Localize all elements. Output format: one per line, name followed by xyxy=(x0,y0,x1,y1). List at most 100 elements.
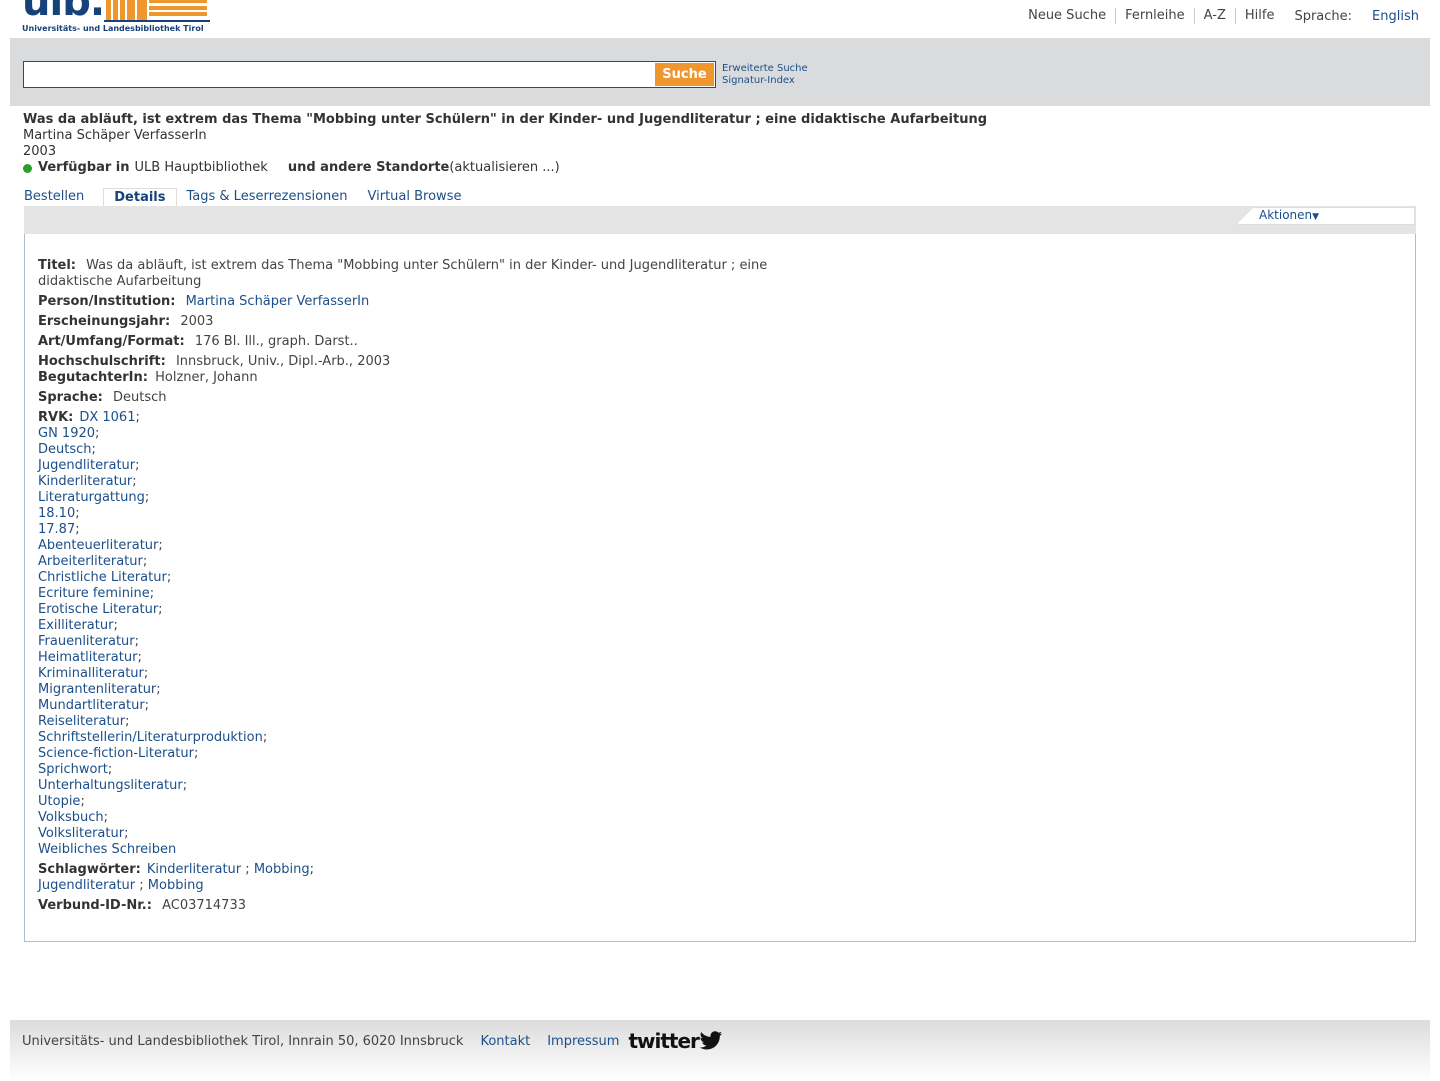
field-label: Person/Institution: xyxy=(38,294,176,309)
language-label: Sprache: xyxy=(1294,8,1353,24)
field-label: RVK: xyxy=(38,410,74,425)
refresh-availability-link[interactable]: (aktualisieren ...) xyxy=(449,160,559,176)
subject-link[interactable]: Jugendliteratur xyxy=(38,878,135,893)
subject-link[interactable]: Mobbing xyxy=(148,878,204,893)
rvk-link[interactable]: Migrantenliteratur xyxy=(38,682,156,697)
record-tabs: Bestellen Details Tags & Leserrezensione… xyxy=(23,188,480,207)
tab-virtual-browse[interactable]: Virtual Browse xyxy=(367,188,472,206)
rvk-link[interactable]: Schriftstellerin/Literaturproduktion xyxy=(38,730,263,745)
field-label: BegutachterIn: xyxy=(38,370,148,385)
nav-neue-suche[interactable]: Neue Suche xyxy=(1019,8,1117,24)
language-english-link[interactable]: English xyxy=(1360,9,1419,24)
rvk-link[interactable]: Reiseliteratur xyxy=(38,714,125,729)
tab-toolbar: Aktionen▼ xyxy=(24,206,1416,234)
field-erscheinungsjahr: Erscheinungsjahr: 2003 xyxy=(38,314,798,330)
twitter-wordmark: twitter xyxy=(628,1029,699,1053)
actions-corner xyxy=(1237,207,1254,224)
tab-details[interactable]: Details xyxy=(103,188,177,207)
rvk-link[interactable]: 17.87 xyxy=(38,522,75,537)
field-label: Erscheinungsjahr: xyxy=(38,314,171,329)
field-label: Verbund-ID-Nr.: xyxy=(38,898,152,913)
field-format: Art/Umfang/Format: 176 Bl. Ill., graph. … xyxy=(38,334,798,350)
field-verbund-id: Verbund-ID-Nr.: AC03714733 xyxy=(38,898,798,914)
rvk-link[interactable]: Sprichwort xyxy=(38,762,108,777)
other-locations[interactable]: und andere Standorte xyxy=(288,160,450,176)
rvk-link[interactable]: Weibliches Schreiben xyxy=(38,842,176,857)
tab-bestellen[interactable]: Bestellen xyxy=(23,188,94,206)
field-value: 176 Bl. Ill., graph. Darst.. xyxy=(194,334,358,349)
rvk-link[interactable]: Jugendliteratur xyxy=(38,458,135,473)
field-value: 2003 xyxy=(180,314,214,329)
logo-wordmark: ulb. xyxy=(22,0,105,25)
rvk-link[interactable]: Frauenliteratur xyxy=(38,634,135,649)
field-sprache: Sprache: Deutsch xyxy=(38,390,798,406)
rvk-link[interactable]: Erotische Literatur xyxy=(38,602,158,617)
rvk-link[interactable]: Deutsch xyxy=(38,442,92,457)
contact-link[interactable]: Kontakt xyxy=(480,1034,530,1049)
details-panel: Titel: Was da abläuft, ist extrem das Th… xyxy=(24,234,1416,942)
availability-location: ULB Hauptbibliothek xyxy=(134,160,268,175)
field-rvk: RVK: DX 1061; GN 1920; Deutsch; Jugendlit… xyxy=(38,410,268,857)
rvk-link[interactable]: Science-fiction-Literatur xyxy=(38,746,194,761)
record-title: Was da abläuft, ist extrem das Thema "Mo… xyxy=(23,112,988,127)
call-number-index-link[interactable]: Signatur-Index xyxy=(722,75,808,87)
field-titel: Titel: Was da abläuft, ist extrem das Th… xyxy=(38,258,798,290)
field-value: Innsbruck, Univ., Dipl.-Arb., 2003 xyxy=(175,354,391,369)
field-label: Sprache: xyxy=(38,390,103,405)
nav-fernleihe[interactable]: Fernleihe xyxy=(1116,8,1195,24)
rvk-link[interactable]: 18.10 xyxy=(38,506,75,521)
field-label: Titel: xyxy=(38,258,77,273)
rvk-link[interactable]: Arbeiterliteratur xyxy=(38,554,143,569)
rvk-link[interactable]: Utopie xyxy=(38,794,80,809)
subject-link[interactable]: Mobbing xyxy=(254,862,310,877)
logo-subtitle: Universitäts- und Landesbibliothek Tirol xyxy=(22,24,204,33)
field-value: Holzner, Johann xyxy=(155,370,258,385)
rvk-link[interactable]: Christliche Literatur xyxy=(38,570,167,585)
nav-hilfe[interactable]: Hilfe xyxy=(1236,8,1284,24)
search-box: Suche xyxy=(23,61,716,88)
imprint-link[interactable]: Impressum xyxy=(547,1034,619,1049)
rvk-link[interactable]: Volksliteratur xyxy=(38,826,124,841)
search-links: Erweiterte Suche Signatur-Index xyxy=(722,63,808,87)
field-value: Was da abläuft, ist extrem das Thema "Mo… xyxy=(38,258,768,289)
tab-tags-leserrezensionen[interactable]: Tags & Leserrezensionen xyxy=(186,188,358,206)
ulb-logo[interactable]: ulb. Universitäts- und Landesbibliothek … xyxy=(22,0,210,36)
rvk-link[interactable]: Kriminalliteratur xyxy=(38,666,144,681)
search-bar: Suche Erweiterte Suche Signatur-Index xyxy=(10,38,1430,106)
field-value: AC03714733 xyxy=(162,898,246,913)
rvk-link[interactable]: GN 1920 xyxy=(38,426,95,441)
subject-link[interactable]: Kinderliteratur xyxy=(147,862,241,877)
rvk-link[interactable]: DX 1061 xyxy=(79,410,135,425)
search-input[interactable] xyxy=(24,62,652,87)
footer: Universitäts- und Landesbibliothek Tirol… xyxy=(10,1020,1430,1081)
field-schlagwoerter: Schlagwörter: Kinderliteratur ; Mobbing; … xyxy=(38,862,314,893)
availability-label: Verfügbar in xyxy=(38,160,130,175)
footer-line: Universitäts- und Landesbibliothek Tirol… xyxy=(22,1029,723,1053)
rvk-link[interactable]: Mundartliteratur xyxy=(38,698,145,713)
search-button[interactable]: Suche xyxy=(655,63,714,86)
rvk-link[interactable]: Ecriture feminine xyxy=(38,586,150,601)
footer-address: Universitäts- und Landesbibliothek Tirol… xyxy=(22,1033,464,1049)
chevron-down-icon: ▼ xyxy=(1312,212,1320,222)
rvk-link[interactable]: Heimatliteratur xyxy=(38,650,137,665)
record-author: Martina Schäper VerfasserIn xyxy=(23,128,207,143)
rvk-link[interactable]: Kinderliteratur xyxy=(38,474,132,489)
nav-a-z[interactable]: A-Z xyxy=(1195,8,1236,24)
bookshelf-logo-icon xyxy=(104,0,210,22)
field-label: Art/Umfang/Format: xyxy=(38,334,185,349)
details-fields: Titel: Was da abläuft, ist extrem das Th… xyxy=(38,258,798,918)
availability-line: Verfügbar in ULB Hauptbibliothek und and… xyxy=(23,160,987,176)
advanced-search-link[interactable]: Erweiterte Suche xyxy=(722,63,808,75)
twitter-link[interactable]: twitter xyxy=(628,1029,723,1053)
rvk-link[interactable]: Unterhaltungsliteratur xyxy=(38,778,183,793)
actions-dropdown[interactable]: Aktionen▼ xyxy=(1237,207,1415,225)
twitter-bird-icon xyxy=(699,1031,723,1050)
author-link[interactable]: Martina Schäper VerfasserIn xyxy=(186,294,370,309)
record-summary: Was da abläuft, ist extrem das Thema "Mo… xyxy=(23,112,987,176)
record-year: 2003 xyxy=(23,144,57,159)
rvk-link[interactable]: Volksbuch xyxy=(38,810,104,825)
field-person: Person/Institution: Martina Schäper Verf… xyxy=(38,294,798,310)
rvk-link[interactable]: Exilliteratur xyxy=(38,618,113,633)
rvk-link[interactable]: Literaturgattung xyxy=(38,490,145,505)
rvk-link[interactable]: Abenteuerliteratur xyxy=(38,538,158,553)
